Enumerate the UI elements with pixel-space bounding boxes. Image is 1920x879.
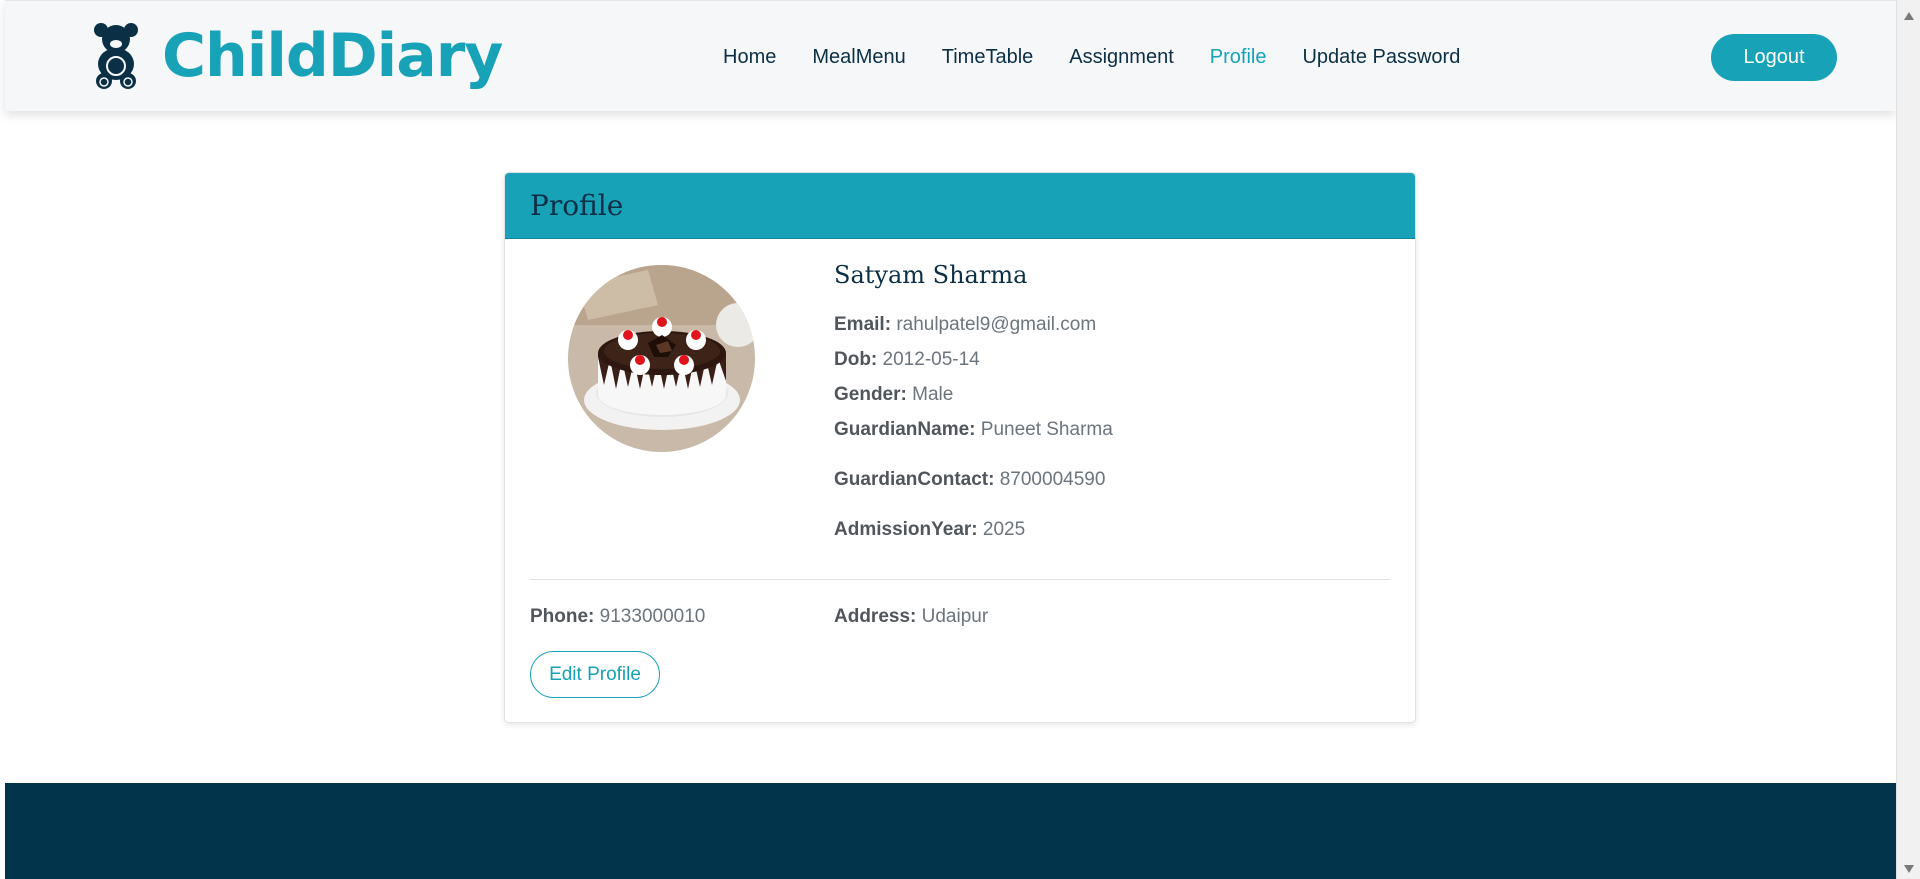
gender-row: Gender: Male (834, 377, 1113, 412)
guardian-name-row: GuardianName: Puneet Sharma (834, 412, 1113, 447)
main-nav: Home MealMenu TimeTable Assignment Profi… (705, 43, 1478, 71)
phone-value: 9133000010 (599, 606, 706, 627)
brand-name: ChildDiary (162, 21, 503, 91)
edit-profile-button[interactable]: Edit Profile (530, 651, 660, 698)
phone-row: Phone: 9133000010 (530, 599, 705, 634)
cake-image (568, 265, 755, 452)
teddy-bear-icon (94, 23, 138, 89)
scroll-down-icon[interactable] (1904, 865, 1914, 873)
phone-label: Phone: (530, 606, 595, 627)
navbar: ChildDiary Home MealMenu TimeTable Assig… (5, 0, 1896, 111)
dob-value: 2012-05-14 (882, 349, 980, 370)
dob-label: Dob: (834, 349, 878, 370)
profile-info: Satyam Sharma Email: rahulpatel9@gmail.c… (834, 261, 1113, 547)
card-header: Profile (505, 173, 1415, 239)
email-value: rahulpatel9@gmail.com (896, 314, 1097, 335)
scroll-up-icon[interactable] (1904, 12, 1914, 20)
nav-item-timetable[interactable]: TimeTable (924, 43, 1052, 71)
address-row: Address: Udaipur (834, 599, 988, 634)
vertical-scrollbar[interactable] (1896, 0, 1920, 879)
admission-year-value: 2025 (982, 519, 1026, 540)
dob-row: Dob: 2012-05-14 (834, 342, 1113, 377)
page: ChildDiary Home MealMenu TimeTable Assig… (5, 0, 1896, 879)
scrollbar-thumb[interactable] (1902, 26, 1916, 854)
email-label: Email: (834, 314, 892, 335)
footer (5, 783, 1896, 879)
address-value: Udaipur (921, 606, 989, 627)
address-label: Address: (834, 606, 917, 627)
guardian-name-label: GuardianName: (834, 419, 976, 440)
student-name: Satyam Sharma (834, 261, 1028, 289)
divider (530, 579, 1390, 580)
avatar (568, 265, 755, 452)
brand-logo[interactable]: ChildDiary (92, 21, 503, 91)
nav-item-home[interactable]: Home (705, 43, 794, 71)
logout-button[interactable]: Logout (1711, 34, 1837, 81)
gender-value: Male (912, 384, 954, 405)
admission-year-label: AdmissionYear: (834, 519, 978, 540)
admission-year-row: AdmissionYear: 2025 (834, 512, 1113, 547)
nav-item-assignment[interactable]: Assignment (1051, 43, 1192, 71)
gender-label: Gender: (834, 384, 907, 405)
guardian-contact-row: GuardianContact: 8700004590 (834, 462, 1113, 497)
nav-item-profile[interactable]: Profile (1192, 43, 1285, 71)
guardian-contact-label: GuardianContact: (834, 469, 995, 490)
guardian-contact-value: 8700004590 (999, 469, 1106, 490)
card-title: Profile (530, 189, 624, 222)
nav-item-mealmenu[interactable]: MealMenu (794, 43, 923, 71)
email-row: Email: rahulpatel9@gmail.com (834, 307, 1113, 342)
profile-card: Profile Satyam Sharma Email: rahulpatel9… (504, 172, 1416, 723)
nav-item-update-password[interactable]: Update Password (1284, 43, 1478, 71)
guardian-name-value: Puneet Sharma (980, 419, 1113, 440)
